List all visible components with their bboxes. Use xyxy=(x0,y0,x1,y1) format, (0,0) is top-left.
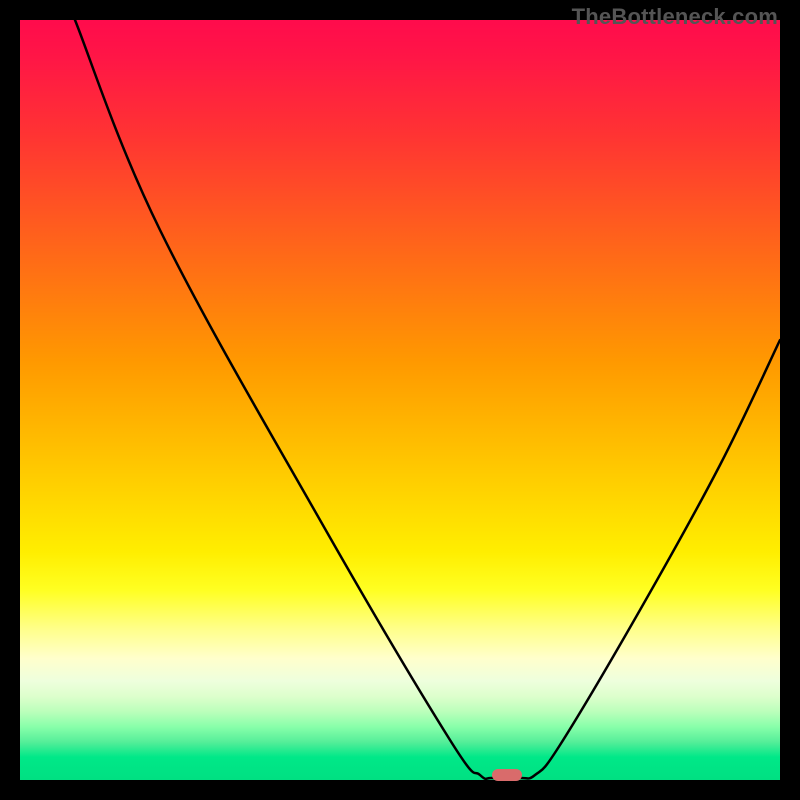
chart-frame: TheBottleneck.com xyxy=(0,0,800,800)
watermark-label: TheBottleneck.com xyxy=(572,4,778,30)
plot-area xyxy=(20,20,780,780)
optimal-marker xyxy=(492,769,522,781)
